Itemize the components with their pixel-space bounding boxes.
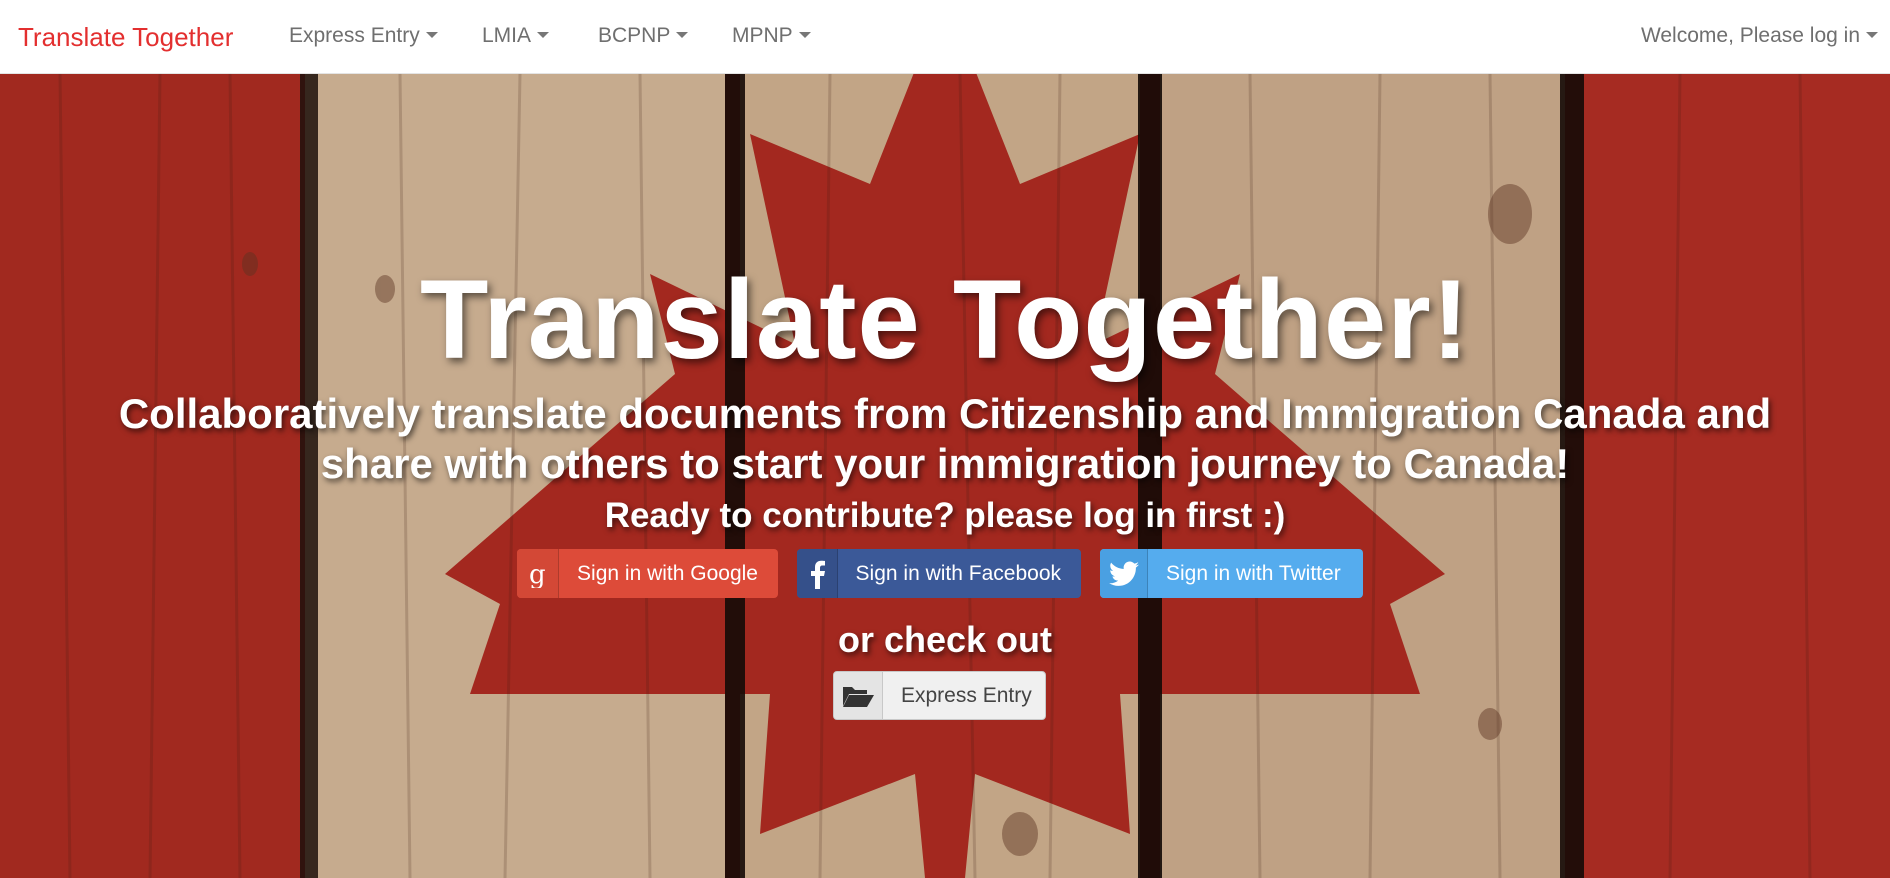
nav-lmia-dropdown[interactable]: LMIA	[482, 0, 550, 74]
nav-bcpnp-label: BCPNP	[598, 24, 671, 47]
top-navbar: Translate Together Express Entry LMIA BC…	[0, 0, 1890, 74]
express-entry-button[interactable]: Express Entry	[833, 671, 1046, 720]
nav-express-entry-dropdown[interactable]: Express Entry	[289, 0, 438, 74]
ready-to-contribute-text: Ready to contribute? please log in first…	[604, 496, 1286, 535]
folder-open-icon	[834, 672, 883, 719]
or-check-out-text: or check out	[837, 619, 1053, 660]
sign-in-twitter-button[interactable]: Sign in with Twitter	[1100, 549, 1363, 598]
google-icon: g	[517, 549, 560, 598]
user-login-dropdown[interactable]: Welcome, Please log in	[1641, 0, 1878, 74]
hero-content: Translate Together! Collaboratively tran…	[0, 74, 1890, 878]
sign-in-twitter-label: Sign in with Twitter	[1166, 561, 1341, 585]
sign-in-facebook-label: Sign in with Facebook	[855, 561, 1061, 585]
sign-in-facebook-button[interactable]: Sign in with Facebook	[797, 549, 1081, 598]
hero-section: Translate Together! Collaboratively tran…	[0, 74, 1890, 878]
svg-text:g: g	[529, 560, 546, 588]
nav-mpnp-label: MPNP	[732, 24, 793, 47]
welcome-label: Welcome, Please log in	[1640, 24, 1860, 47]
facebook-icon	[797, 549, 838, 598]
twitter-icon	[1100, 549, 1148, 598]
caret-down-icon	[425, 32, 438, 39]
caret-down-icon	[537, 32, 550, 39]
nav-bcpnp-dropdown[interactable]: BCPNP	[598, 0, 689, 74]
hero-subtitle: Collaboratively translate documents from…	[118, 390, 1772, 487]
caret-down-icon	[676, 32, 689, 39]
sign-in-google-label: Sign in with Google	[577, 561, 758, 585]
nav-express-entry-label: Express Entry	[289, 24, 420, 47]
sign-in-google-button[interactable]: g Sign in with Google	[517, 549, 778, 598]
nav-lmia-label: LMIA	[482, 24, 532, 47]
express-entry-label: Express Entry	[901, 683, 1032, 707]
caret-down-icon	[1866, 32, 1878, 39]
nav-mpnp-dropdown[interactable]: MPNP	[732, 0, 811, 74]
hero-title: Translate Together!	[419, 257, 1471, 382]
brand-link[interactable]: Translate Together	[18, 0, 233, 74]
caret-down-icon	[798, 32, 811, 39]
